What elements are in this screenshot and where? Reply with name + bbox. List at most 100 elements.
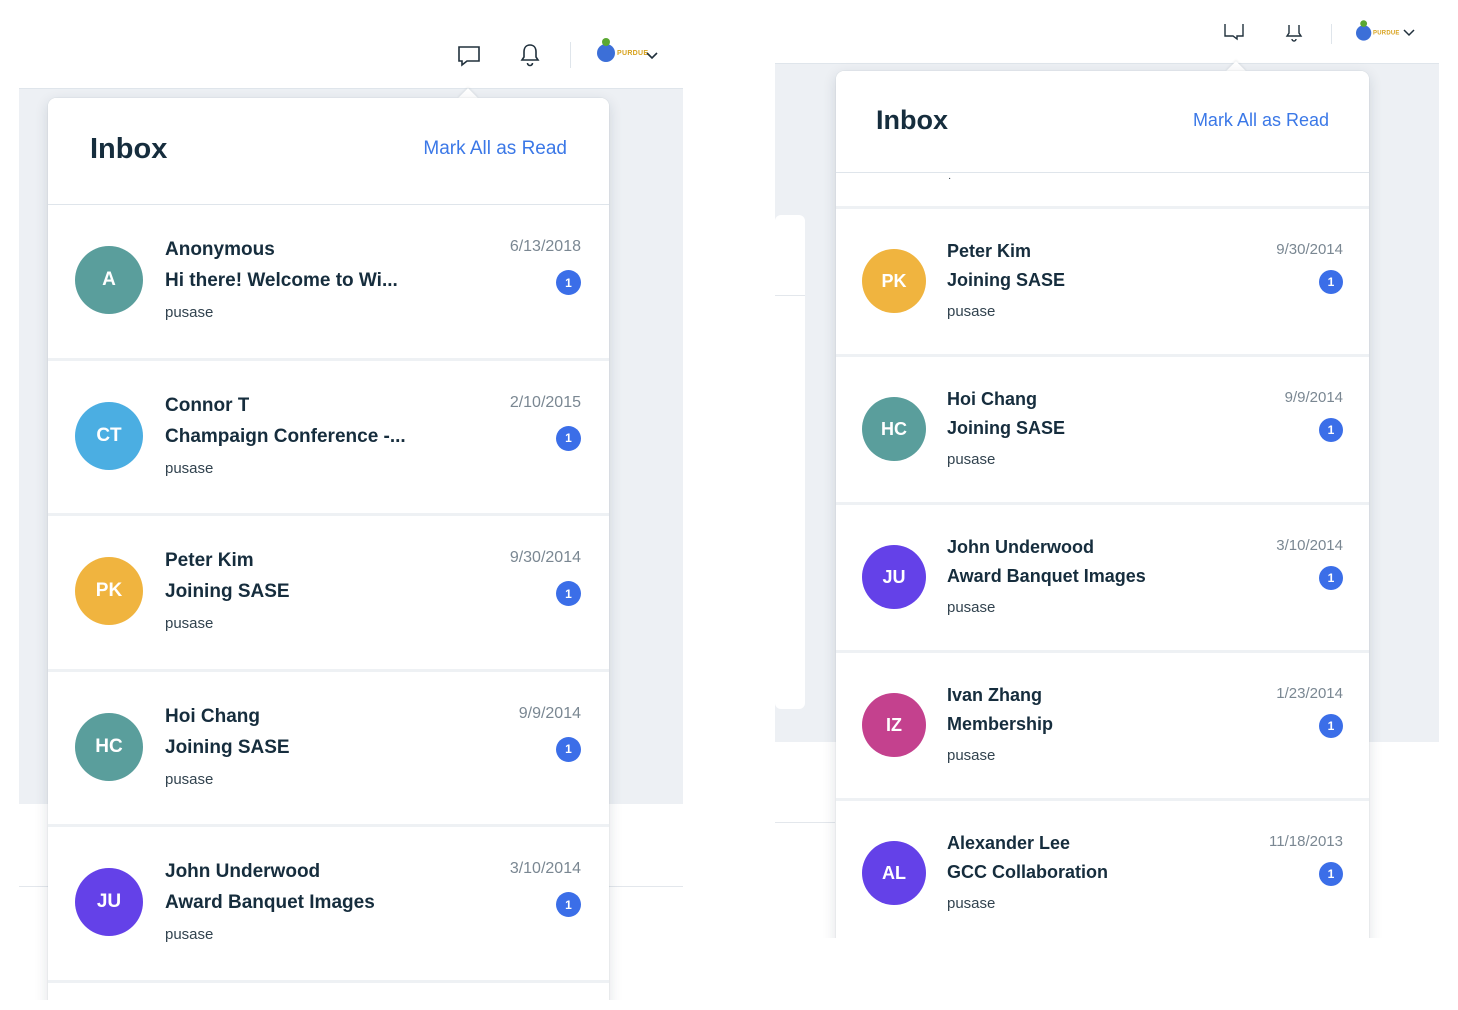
message-subject: Joining SASE [165,581,290,602]
message-list: · PK Peter Kim Joining SASE pusase 9/30/… [836,173,1369,938]
message-row[interactable]: A Anonymous Hi there! Welcome to Wi... p… [48,205,609,361]
inbox-title: Inbox [90,133,168,165]
site-name: pusase [165,926,214,943]
sender-name: Hoi Chang [947,389,1037,409]
avatar: IZ [862,693,926,757]
mark-all-read-link[interactable]: Mark All as Read [1193,110,1329,131]
chat-icon[interactable] [455,42,483,70]
background-card [775,215,805,709]
sender-name: Peter Kim [165,550,254,571]
message-subject: Joining SASE [947,270,1066,290]
message-date: 9/9/2014 [518,704,581,722]
unread-badge: 1 [556,892,581,917]
chevron-down-icon[interactable] [1401,24,1417,40]
sender-name: Peter Kim [947,241,1032,261]
top-bar: PURDUE [19,0,683,89]
background-divider [775,822,835,823]
chat-icon[interactable] [1222,22,1246,42]
sender-name: Ivan Zhang [947,685,1043,705]
message-row[interactable]: CT Connor T Champaign Conference -... pu… [48,360,609,516]
avatar: PK [75,557,143,625]
sender-name: John Underwood [165,861,321,882]
message-row[interactable]: HC Hoi Chang Joining SASE pusase 9/9/201… [836,357,1369,505]
site-name: pusase [165,304,214,321]
logo-mark [1356,20,1372,41]
site-name: pusase [947,303,996,320]
topbar-separator [570,42,571,68]
message-date: 3/10/2014 [1276,537,1343,554]
unread-badge: 1 [556,581,581,606]
avatar: HC [862,397,926,461]
message-subject: Award Banquet Images [947,566,1146,586]
unread-badge: 1 [1319,566,1343,590]
logo-mark [597,38,615,62]
message-row[interactable]: HC Hoi Chang Joining SASE pusase 9/9/201… [48,671,609,827]
message-date: 2/10/2015 [509,393,581,411]
inbox-screen-left: PURDUE Inbox Mark All as Read A Anonymou… [19,0,683,1000]
sender-name: John Underwood [947,537,1094,557]
message-row-partial[interactable]: · [836,173,1369,209]
unread-badge: 1 [556,736,581,762]
partial-text: · [948,173,952,184]
site-name: pusase [165,459,214,477]
top-bar: PURDUE [775,0,1439,64]
message-row[interactable]: JU John Underwood Award Banquet Images p… [48,827,609,983]
message-date: 1/23/2014 [1276,685,1343,702]
sender-name: Connor T [165,394,250,416]
message-subject: Hi there! Welcome to Wi... [165,270,398,291]
unread-badge: 1 [1319,418,1343,442]
message-row[interactable]: PK Peter Kim Joining SASE pusase 9/30/20… [836,209,1369,357]
background-divider [775,295,805,296]
message-date: 3/10/2014 [509,860,581,877]
message-subject: Membership [947,714,1054,734]
sender-name: Anonymous [165,239,275,260]
site-name: pusase [947,451,996,468]
message-subject: Award Banquet Images [165,892,375,913]
mark-all-read-link[interactable]: Mark All as Read [423,138,567,160]
inbox-header: Inbox Mark All as Read [836,71,1369,173]
bell-icon[interactable] [1282,21,1306,43]
background-card [775,742,835,938]
site-name: pusase [947,747,996,764]
unread-badge: 1 [556,425,581,451]
avatar: AL [862,841,926,905]
message-date: 9/30/2014 [1276,241,1343,258]
inbox-panel: Inbox Mark All as Read A Anonymous Hi th… [48,98,609,1000]
message-list: A Anonymous Hi there! Welcome to Wi... p… [48,205,609,983]
site-name: pusase [947,895,996,912]
site-name: pusase [947,599,996,616]
site-logo[interactable]: PURDUE [597,38,648,62]
avatar: PK [862,249,926,313]
message-subject: Joining SASE [947,418,1066,438]
bell-icon[interactable] [516,41,544,69]
sender-name: Alexander Lee [947,833,1071,853]
inbox-title: Inbox [876,105,948,135]
message-row[interactable]: JU John Underwood Award Banquet Images p… [836,505,1369,653]
message-date: 11/18/2013 [1269,833,1343,850]
avatar: JU [75,868,143,936]
message-subject: Joining SASE [165,736,290,758]
topbar-separator [1331,24,1332,44]
inbox-panel: Inbox Mark All as Read · PK Peter Kim Jo… [836,71,1369,938]
avatar: JU [862,545,926,609]
unread-badge: 1 [556,270,581,295]
message-date: 6/13/2018 [509,238,581,255]
message-subject: GCC Collaboration [947,862,1108,882]
unread-badge: 1 [1319,862,1343,886]
message-subject: Champaign Conference -... [165,425,406,447]
avatar: A [75,246,143,314]
sender-name: Hoi Chang [165,705,260,727]
message-date: 9/30/2014 [509,549,581,566]
message-row[interactable]: IZ Ivan Zhang Membership pusase 1/23/201… [836,653,1369,801]
inbox-screen-right: PURDUE Inbox Mark All as Read · PK Peter… [775,0,1439,938]
message-row[interactable]: AL Alexander Lee GCC Collaboration pusas… [836,801,1369,938]
message-date: 9/9/2014 [1284,389,1343,406]
message-row[interactable]: PK Peter Kim Joining SASE pusase 9/30/20… [48,516,609,672]
chevron-down-icon[interactable] [643,46,661,64]
unread-badge: 1 [1319,714,1343,738]
site-name: pusase [165,770,214,788]
site-name: pusase [165,615,214,632]
site-logo[interactable]: PURDUE [1356,20,1400,41]
logo-text: PURDUE [1373,30,1400,36]
avatar: HC [75,712,143,781]
